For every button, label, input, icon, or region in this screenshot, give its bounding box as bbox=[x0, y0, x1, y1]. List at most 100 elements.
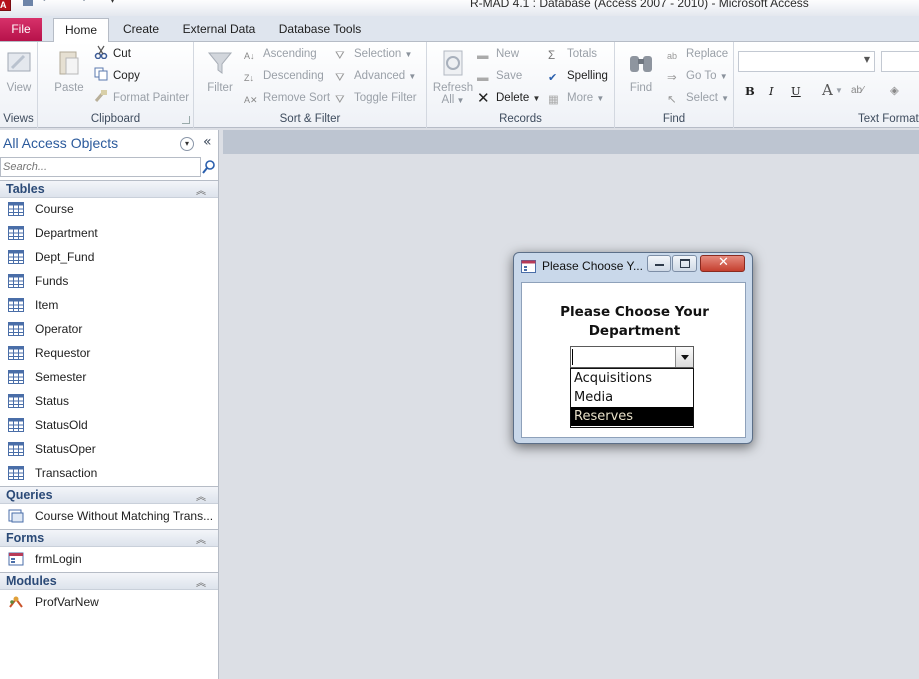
table-item[interactable]: Semester bbox=[0, 366, 218, 390]
dropdown-arrow-icon[interactable] bbox=[675, 347, 693, 367]
table-item[interactable]: StatusOper bbox=[0, 438, 218, 462]
section-header-forms[interactable]: Forms ︽ bbox=[0, 529, 218, 547]
department-dialog: Please Choose Y... ✕ Please Choose Your … bbox=[513, 252, 753, 444]
funnel-icon bbox=[207, 52, 233, 74]
new-record-button[interactable]: ▬ New bbox=[477, 45, 519, 63]
selection-button[interactable]: ⛛ Selection ▼ bbox=[335, 45, 412, 63]
find-group-label: Find bbox=[662, 113, 686, 125]
table-item-label: Requestor bbox=[35, 346, 91, 360]
delete-icon: ✕ bbox=[477, 90, 490, 107]
form-item[interactable]: frmLogin bbox=[0, 548, 218, 572]
table-item[interactable]: Funds bbox=[0, 270, 218, 294]
highlight-icon[interactable]: ab⁄ bbox=[851, 82, 864, 100]
table-item-label: StatusOld bbox=[35, 418, 88, 432]
ascending-button[interactable]: A↓ Ascending bbox=[244, 45, 317, 63]
font-name-combo[interactable]: ▼ bbox=[738, 51, 875, 72]
section-label-modules: Modules bbox=[6, 574, 57, 588]
find-label: Find bbox=[629, 82, 653, 94]
underline-button[interactable]: U bbox=[791, 82, 801, 100]
table-item-label: Dept_Fund bbox=[35, 250, 95, 264]
descending-button[interactable]: Z↓ Descending bbox=[244, 67, 324, 85]
find-button[interactable]: Find bbox=[619, 46, 663, 110]
table-item[interactable]: Department bbox=[0, 222, 218, 246]
collapse-chevron-icon[interactable]: ︽ bbox=[196, 531, 206, 546]
collapse-chevron-icon[interactable]: ︽ bbox=[196, 574, 206, 589]
section-header-modules[interactable]: Modules ︽ bbox=[0, 572, 218, 590]
query-item[interactable]: Course Without Matching Trans... bbox=[0, 505, 218, 529]
paste-button[interactable]: Paste bbox=[47, 46, 91, 110]
dialog-heading: Please Choose Your Department bbox=[560, 304, 709, 339]
nav-menu-chevron-icon[interactable]: ▾ bbox=[180, 137, 194, 151]
bold-button[interactable]: B bbox=[745, 82, 755, 100]
section-header-queries[interactable]: Queries ︽ bbox=[0, 486, 218, 504]
remove-sort-label: Remove Sort bbox=[263, 92, 331, 104]
view-button[interactable]: View bbox=[0, 46, 41, 110]
toggle-filter-button[interactable]: ⛛ Toggle Filter bbox=[335, 89, 417, 107]
more-label: More bbox=[567, 92, 594, 104]
undo-icon[interactable]: ↶ bbox=[42, 0, 50, 7]
clipboard-dialog-launcher[interactable] bbox=[182, 116, 190, 124]
views-group-label: Views bbox=[3, 113, 34, 125]
font-color-button[interactable]: A bbox=[822, 81, 833, 99]
collapse-chevron-icon[interactable]: ︽ bbox=[196, 182, 206, 197]
replace-button[interactable]: ab Replace bbox=[667, 45, 728, 63]
font-size-combo[interactable] bbox=[881, 51, 919, 72]
cut-button[interactable]: Cut bbox=[94, 45, 131, 63]
copy-button[interactable]: Copy bbox=[94, 67, 140, 85]
table-item[interactable]: Transaction bbox=[0, 462, 218, 486]
department-combo[interactable] bbox=[570, 346, 694, 368]
font-color-dropdown-icon[interactable]: ▼ bbox=[835, 82, 843, 100]
table-item[interactable]: Requestor bbox=[0, 342, 218, 366]
table-item[interactable]: Course bbox=[0, 198, 218, 222]
table-item[interactable]: Dept_Fund bbox=[0, 246, 218, 270]
maximize-button[interactable] bbox=[672, 255, 697, 272]
format-painter-button[interactable]: Format Painter bbox=[94, 89, 189, 107]
search-icon[interactable] bbox=[201, 157, 218, 177]
save-record-button[interactable]: ▬ Save bbox=[477, 67, 522, 85]
tab-file[interactable]: File bbox=[0, 18, 42, 41]
goto-button[interactable]: ⇒ Go To ▼ bbox=[667, 67, 728, 85]
department-option[interactable]: Acquisitions bbox=[571, 369, 693, 388]
tab-database-tools[interactable]: Database Tools bbox=[272, 18, 368, 42]
department-option-selected[interactable]: Reserves bbox=[571, 407, 693, 426]
nav-header[interactable]: All Access Objects ▾ « bbox=[0, 133, 219, 155]
nav-title: All Access Objects bbox=[3, 135, 119, 151]
close-button[interactable]: ✕ bbox=[700, 255, 745, 272]
customize-qat-icon[interactable]: ▾ bbox=[110, 0, 115, 7]
view-label: View bbox=[6, 82, 32, 94]
paintbrush-icon bbox=[94, 89, 110, 103]
dialog-title: Please Choose Y... bbox=[542, 259, 643, 273]
spelling-button[interactable]: ✔ Spelling bbox=[548, 67, 608, 85]
delete-button[interactable]: ✕ Delete ▼ bbox=[477, 89, 540, 107]
table-icon bbox=[8, 370, 24, 384]
redo-icon[interactable]: ↷ bbox=[78, 0, 86, 7]
remove-sort-button[interactable]: A✕ Remove Sort bbox=[244, 89, 330, 107]
totals-button[interactable]: Σ Totals bbox=[548, 45, 597, 63]
italic-button[interactable]: I bbox=[769, 82, 774, 100]
tab-external-data[interactable]: External Data bbox=[178, 18, 260, 42]
access-logo-icon[interactable]: A bbox=[0, 0, 11, 11]
table-item[interactable]: Operator bbox=[0, 318, 218, 342]
department-option[interactable]: Media bbox=[571, 388, 693, 407]
filter-button[interactable]: Filter bbox=[198, 46, 242, 110]
table-item[interactable]: Item bbox=[0, 294, 218, 318]
advanced-button[interactable]: ⛛ Advanced ▼ bbox=[335, 67, 416, 85]
table-item[interactable]: Status bbox=[0, 390, 218, 414]
select-button[interactable]: ↖ Select ▼ bbox=[667, 89, 729, 107]
module-item[interactable]: ProfVarNew bbox=[0, 591, 218, 615]
tab-home[interactable]: Home bbox=[53, 18, 109, 43]
table-icon bbox=[8, 442, 24, 456]
shutter-bar-close-icon[interactable]: « bbox=[203, 134, 212, 150]
search-input[interactable] bbox=[1, 158, 200, 176]
refresh-all-button[interactable]: Refresh All ▼ bbox=[431, 46, 475, 110]
save-icon[interactable] bbox=[22, 0, 34, 7]
clipboard-group: Paste Cut Copy Format Painter Clipboard bbox=[38, 42, 194, 128]
section-header-tables[interactable]: Tables ︽ bbox=[0, 180, 218, 198]
form-item-label: frmLogin bbox=[35, 552, 82, 566]
fill-color-icon[interactable]: ◈ bbox=[890, 82, 899, 100]
table-item[interactable]: StatusOld bbox=[0, 414, 218, 438]
collapse-chevron-icon[interactable]: ︽ bbox=[196, 488, 206, 503]
more-button[interactable]: ▦ More ▼ bbox=[548, 89, 604, 107]
minimize-button[interactable] bbox=[647, 255, 671, 272]
tab-create[interactable]: Create bbox=[116, 18, 166, 42]
